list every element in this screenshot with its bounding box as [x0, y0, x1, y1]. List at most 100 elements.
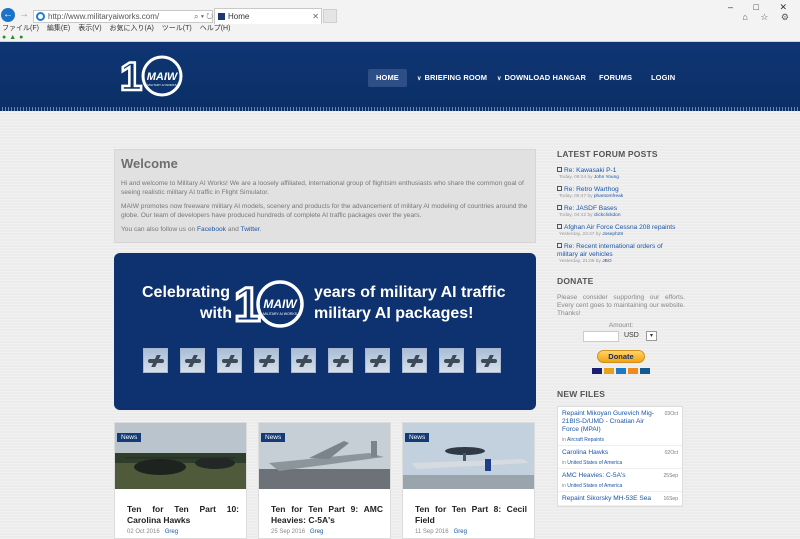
new-tab-button[interactable] [323, 9, 337, 23]
welcome-title: Welcome [121, 156, 178, 171]
donate-button[interactable]: Donate [597, 350, 645, 363]
nav-download-hangar[interactable]: ∨ DOWNLOAD HANGAR [497, 69, 586, 87]
post-icon [557, 224, 562, 229]
nav-forums[interactable]: FORUMS [599, 69, 632, 87]
new-file-date: 03Oct [664, 411, 678, 417]
news-card[interactable]: News Ten for Ten Part 10: Carolina Hawks… [114, 422, 247, 539]
chevron-down-icon: ∨ [417, 76, 422, 82]
amount-input[interactable] [583, 331, 619, 342]
twitter-link[interactable]: Twitter [241, 226, 260, 233]
menu-view[interactable]: 表示(V) [78, 25, 101, 32]
logo-text: MAIW [147, 71, 179, 83]
banner-packages-text: military AI packages! [314, 305, 474, 322]
menu-file[interactable]: ファイル(F) [2, 25, 39, 32]
visa-icon [592, 368, 602, 374]
back-button[interactable]: ← [1, 8, 15, 22]
welcome-box: Welcome Hi and welcome to Military AI Wo… [114, 149, 536, 243]
menu-edit[interactable]: 編集(E) [47, 25, 70, 32]
ie-icon [36, 12, 45, 21]
browser-toolbar-icons[interactable]: ⌂ ☆ ⚙ [742, 12, 794, 23]
favorites-bar-icons[interactable]: ●▲● [2, 33, 26, 42]
site-header: 10 MAIW MILITARY AI WORKS HOME ∨BRIEFING… [0, 42, 800, 111]
news-author[interactable]: Greg [310, 529, 323, 535]
news-title[interactable]: Ten for Ten Part 9: AMC Heavies: C-5A's [271, 504, 383, 526]
nav-home[interactable]: HOME [368, 69, 407, 87]
post-icon [557, 205, 562, 210]
new-file-category: in Aircraft Repaints [562, 437, 678, 443]
currency-label: USD [624, 332, 639, 339]
new-file-category-link[interactable]: United States of America [567, 460, 622, 466]
forum-post-title[interactable]: Re: Retro Warthog [557, 186, 685, 194]
amount-label: Amount: [608, 322, 634, 329]
forum-post-title[interactable]: Re: Recent international orders of milit… [557, 243, 685, 259]
new-file-date: 16Sep [663, 496, 678, 502]
forum-post-time: Yesterday, 23:47 by [559, 232, 601, 237]
forum-post: Re: JASDF Bases Today, 04:42 by clickcli… [557, 205, 685, 218]
facebook-link[interactable]: Facebook [197, 226, 226, 233]
menu-help[interactable]: ヘルプ(H) [200, 25, 231, 32]
nav-login[interactable]: LOGIN [651, 69, 675, 87]
news-card[interactable]: News Ten for Ten Part 9: AMC Heavies: C-… [258, 422, 391, 539]
news-author[interactable]: Greg [454, 529, 467, 535]
new-file-title[interactable]: Repaint Sikorsky MH-53E Sea [562, 495, 654, 503]
new-file-cat-prefix: in [562, 483, 566, 489]
forum-posts-heading: LATEST FORUM POSTS [557, 149, 658, 159]
address-bar[interactable]: http://www.militaryaiworks.com/ [33, 10, 213, 23]
aircraft-thumbnail[interactable] [217, 348, 242, 373]
forum-post: Re: Retro Warthog Today, 05:47 by phanto… [557, 186, 685, 199]
forum-post-author[interactable]: JBO [602, 259, 611, 264]
forward-button[interactable]: → [17, 8, 31, 22]
nav-briefing-room[interactable]: ∨ BRIEFING ROOM [417, 69, 487, 87]
news-author[interactable]: Greg [165, 529, 178, 535]
forum-post: Re: Recent international orders of milit… [557, 243, 685, 264]
new-file-category-link[interactable]: United States of America [567, 483, 622, 489]
aircraft-thumbnail[interactable] [143, 348, 168, 373]
forum-post-title[interactable]: Afghan Air Force Cessna 208 repaints [557, 224, 685, 232]
aircraft-thumbnail[interactable] [180, 348, 205, 373]
new-file-title[interactable]: AMC Heavies: C-5A's [562, 472, 654, 480]
forum-post-title-text: Afghan Air Force Cessna 208 repaints [564, 224, 676, 231]
tab-close-icon[interactable]: ✕ [312, 9, 319, 24]
payment-cards [557, 365, 685, 374]
forum-post-title[interactable]: Re: JASDF Bases [557, 205, 685, 213]
news-title[interactable]: Ten for Ten Part 10: Carolina Hawks [127, 504, 239, 526]
aircraft-thumbnail[interactable] [328, 348, 353, 373]
new-file-cat-prefix: in [562, 460, 566, 466]
banner-maiw-10-logo: 10 MAIW MILITARY AI WORKS [233, 278, 304, 330]
new-file-title[interactable]: Carolina Hawks [562, 449, 654, 457]
tab-home[interactable]: Home ✕ [214, 8, 322, 24]
aircraft-thumbnail[interactable] [402, 348, 427, 373]
news-card[interactable]: News Ten for Ten Part 8: Cecil Field 11 … [402, 422, 535, 539]
new-file-category: in United States of America [562, 483, 678, 489]
menu-favorites[interactable]: お気に入り(A) [110, 25, 154, 32]
forum-post-title-text: Re: JASDF Bases [564, 205, 618, 212]
forum-post-meta: Today, 09:24 by John Young [559, 175, 685, 180]
news-meta: 11 Sep 2016 Greg [415, 529, 467, 535]
banner-logo-text: MAIW [263, 297, 298, 311]
aircraft-thumbnail[interactable] [439, 348, 464, 373]
banner-celebrating: Celebrating [142, 284, 231, 301]
aircraft-thumbnail[interactable] [365, 348, 390, 373]
anniversary-banner[interactable]: Celebrating with 10 MAIW MILITARY AI WOR… [114, 253, 536, 410]
follow-text: You can also follow us on [121, 226, 198, 233]
currency-dropdown[interactable]: ▾ [646, 331, 657, 341]
forum-post-author[interactable]: phantomfreak [594, 194, 623, 199]
news-title[interactable]: Ten for Ten Part 8: Cecil Field [415, 504, 527, 526]
aircraft-thumbnail[interactable] [291, 348, 316, 373]
bank-icon [640, 368, 650, 374]
forum-post-title[interactable]: Re: Kawasaki P-1 [557, 167, 685, 175]
new-file-date: 25Sep [663, 473, 678, 479]
forum-post-meta: Yesterday, 21:09 by JBO [559, 259, 685, 264]
news-date: 02 Oct 2016 [127, 529, 160, 535]
forum-post-author[interactable]: clickclickdon [594, 213, 621, 218]
menu-tools[interactable]: ツール(T) [162, 25, 192, 32]
maiw-10-logo[interactable]: 10 MAIW MILITARY AI WORKS [118, 52, 190, 98]
new-file-title[interactable]: Repaint Mikoyan Gurevich Mig-21BIS-D/UMD… [562, 410, 654, 434]
news-meta: 25 Sep 2016 Greg [271, 529, 323, 535]
new-file-category-link[interactable]: Aircraft Repaints [567, 437, 604, 443]
forum-post-author[interactable]: John Young [594, 175, 619, 180]
aircraft-thumbnail[interactable] [254, 348, 279, 373]
forum-post-author[interactable]: Joseph28 [602, 232, 623, 237]
aircraft-thumbnail[interactable] [476, 348, 501, 373]
nav-forums-label: FORUMS [599, 73, 633, 82]
